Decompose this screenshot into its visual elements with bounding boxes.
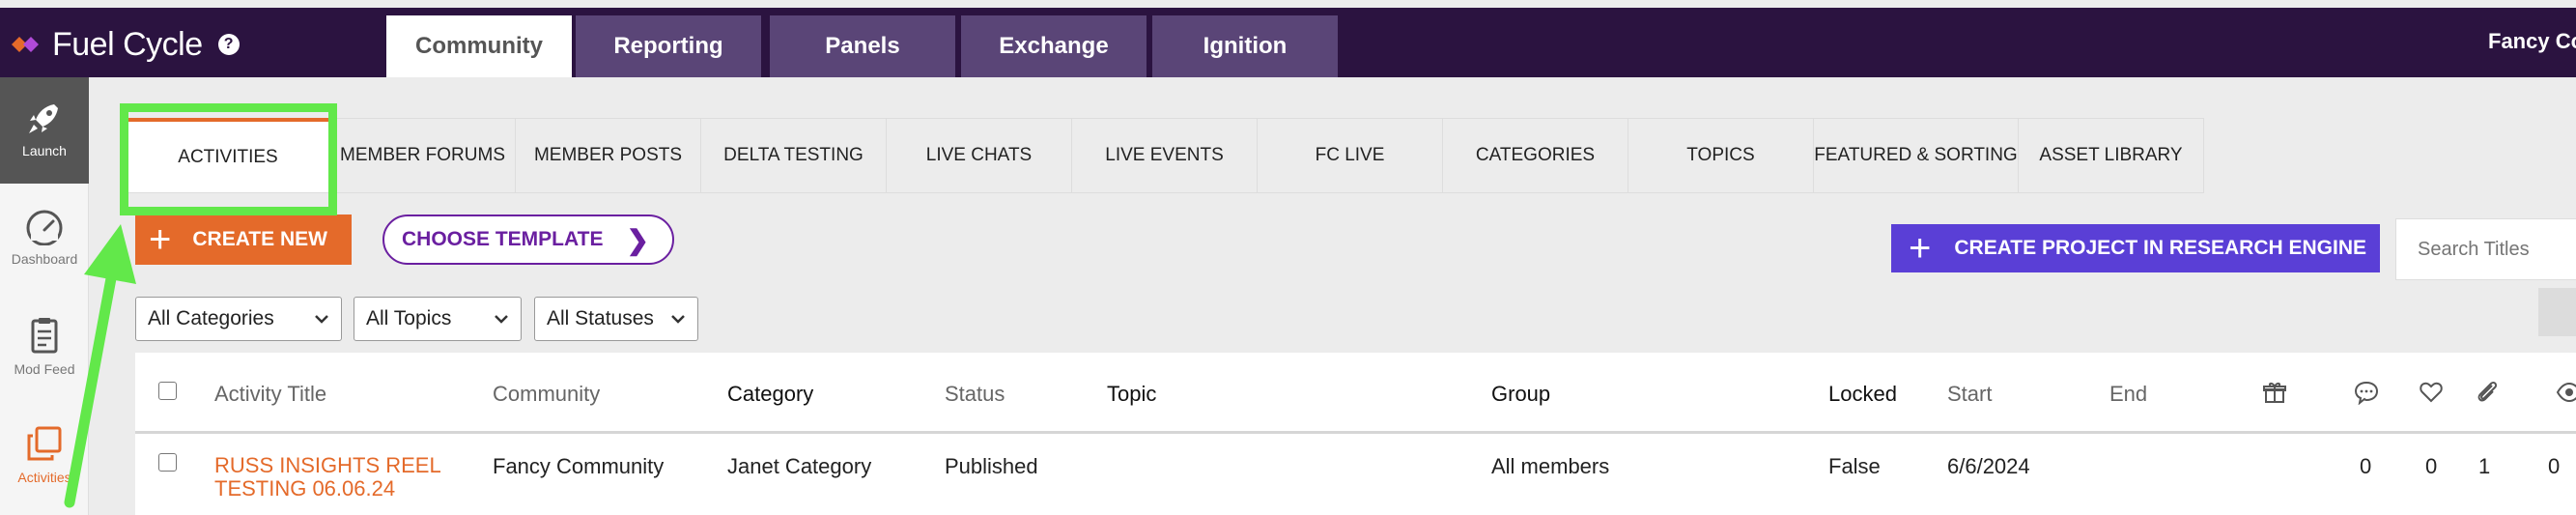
activity-sub-tabs: ACTIVITIES MEMBER FORUMS MEMBER POSTS DE… xyxy=(126,118,2204,193)
left-sidebar: Launch Dashboard Mod Feed Activities xyxy=(0,77,89,515)
column-header-status[interactable]: Status xyxy=(945,382,1005,407)
sidebar-item-label: Mod Feed xyxy=(14,361,75,377)
cell-comments-count: 0 xyxy=(2360,454,2372,478)
help-icon[interactable]: ? xyxy=(217,34,240,55)
create-research-label: CREATE PROJECT IN RESEARCH ENGINE xyxy=(1954,237,2367,259)
chevron-down-icon xyxy=(495,315,508,324)
brand-name: Fuel Cycle xyxy=(52,25,203,63)
tab-topics[interactable]: TOPICS xyxy=(1628,118,1814,193)
cell-locked: False xyxy=(1828,454,1881,478)
gauge-icon xyxy=(26,210,63,245)
column-header-community[interactable]: Community xyxy=(493,382,600,407)
sidebar-item-label: Activities xyxy=(17,470,71,485)
select-all-checkbox[interactable] xyxy=(158,382,177,400)
nav-tab-community[interactable]: Community xyxy=(386,15,572,77)
comment-icon xyxy=(2354,381,2379,405)
column-header-end[interactable]: End xyxy=(2109,382,2147,407)
category-filter-value: All Categories xyxy=(148,307,274,329)
search-titles-input[interactable] xyxy=(2395,218,2576,280)
chevron-right-icon: ❯ xyxy=(626,224,649,255)
row-checkbox[interactable] xyxy=(158,453,177,472)
account-name[interactable]: Fancy Co xyxy=(2488,29,2576,54)
chevron-down-icon xyxy=(315,315,328,324)
heart-icon xyxy=(2420,382,2443,403)
cell-views-count: 0 xyxy=(2548,454,2561,478)
column-header-topic[interactable]: Topic xyxy=(1107,382,1156,407)
nav-tab-reporting[interactable]: Reporting xyxy=(576,15,761,77)
cell-community: Fancy Community xyxy=(493,454,665,478)
tab-member-posts[interactable]: MEMBER POSTS xyxy=(516,118,701,193)
cell-attachments-count: 1 xyxy=(2478,454,2491,478)
sidebar-item-activities[interactable]: Activities xyxy=(0,402,89,508)
cell-start: 6/6/2024 xyxy=(1947,454,2030,478)
column-header-locked[interactable]: Locked xyxy=(1828,382,1897,407)
app-root: Fuel Cycle ? Community Reporting Panels … xyxy=(0,0,2576,515)
column-header-title[interactable]: Activity Title xyxy=(214,382,326,407)
status-filter-select[interactable]: All Statuses xyxy=(534,297,698,341)
create-new-label: CREATE NEW xyxy=(192,228,327,250)
rocket-icon xyxy=(29,104,58,133)
sidebar-item-dashboard[interactable]: Dashboard xyxy=(0,186,89,292)
activities-table: Activity Title Community Category Status… xyxy=(135,353,2576,515)
clipboard-icon xyxy=(31,318,58,354)
sidebar-item-mod-feed[interactable]: Mod Feed xyxy=(0,294,89,400)
tab-fc-live[interactable]: FC LIVE xyxy=(1258,118,1443,193)
cell-likes-count: 0 xyxy=(2425,454,2438,478)
choose-template-button[interactable]: CHOOSE TEMPLATE ❯ xyxy=(382,215,674,265)
fuel-cycle-logo-icon xyxy=(12,37,39,52)
nav-tab-ignition[interactable]: Ignition xyxy=(1152,15,1338,77)
cell-group: All members xyxy=(1491,454,1610,478)
paperclip-icon xyxy=(2477,381,2498,402)
table-header: Activity Title Community Category Status… xyxy=(135,353,2576,434)
topic-filter-select[interactable]: All Topics xyxy=(354,297,522,341)
top-nav-bar: Fuel Cycle ? Community Reporting Panels … xyxy=(0,8,2576,77)
eye-icon xyxy=(2556,382,2576,403)
choose-template-label: CHOOSE TEMPLATE xyxy=(402,228,604,250)
brand-logo[interactable]: Fuel Cycle ? xyxy=(12,25,240,64)
activity-title-link[interactable]: RUSS INSIGHTS REEL TESTING 06.06.24 xyxy=(214,454,456,501)
tab-live-chats[interactable]: LIVE CHATS xyxy=(887,118,1072,193)
tab-member-forums[interactable]: MEMBER FORUMS xyxy=(330,118,516,193)
plus-icon: + xyxy=(149,218,172,261)
create-new-button[interactable]: + CREATE NEW xyxy=(135,215,352,265)
cell-category: Janet Category xyxy=(727,454,872,478)
create-research-project-button[interactable]: + CREATE PROJECT IN RESEARCH ENGINE xyxy=(1891,224,2380,272)
search-button[interactable] xyxy=(2538,288,2576,336)
tab-featured-sorting[interactable]: FEATURED & SORTING xyxy=(1814,118,2019,193)
tab-delta-testing[interactable]: DELTA TESTING xyxy=(701,118,887,193)
column-header-start[interactable]: Start xyxy=(1947,382,1992,407)
sidebar-item-label: Launch xyxy=(22,143,67,158)
plus-icon: + xyxy=(1909,227,1932,270)
sidebar-item-label: Dashboard xyxy=(11,251,78,267)
gift-icon xyxy=(2263,383,2286,403)
status-filter-value: All Statuses xyxy=(547,307,654,329)
tab-activities[interactable]: ACTIVITIES xyxy=(126,118,330,193)
category-filter-select[interactable]: All Categories xyxy=(135,297,342,341)
topic-filter-value: All Topics xyxy=(366,307,452,329)
tab-categories[interactable]: CATEGORIES xyxy=(1443,118,1628,193)
column-header-group[interactable]: Group xyxy=(1491,382,1550,407)
nav-tab-exchange[interactable]: Exchange xyxy=(961,15,1146,77)
tab-asset-library[interactable]: ASSET LIBRARY xyxy=(2019,118,2204,193)
copy-icon xyxy=(27,426,62,461)
sidebar-item-launch[interactable]: Launch xyxy=(0,77,89,184)
column-header-category[interactable]: Category xyxy=(727,382,813,407)
cell-status: Published xyxy=(945,454,1038,478)
nav-tab-panels[interactable]: Panels xyxy=(770,15,955,77)
chevron-down-icon xyxy=(671,315,685,324)
tab-live-events[interactable]: LIVE EVENTS xyxy=(1072,118,1258,193)
